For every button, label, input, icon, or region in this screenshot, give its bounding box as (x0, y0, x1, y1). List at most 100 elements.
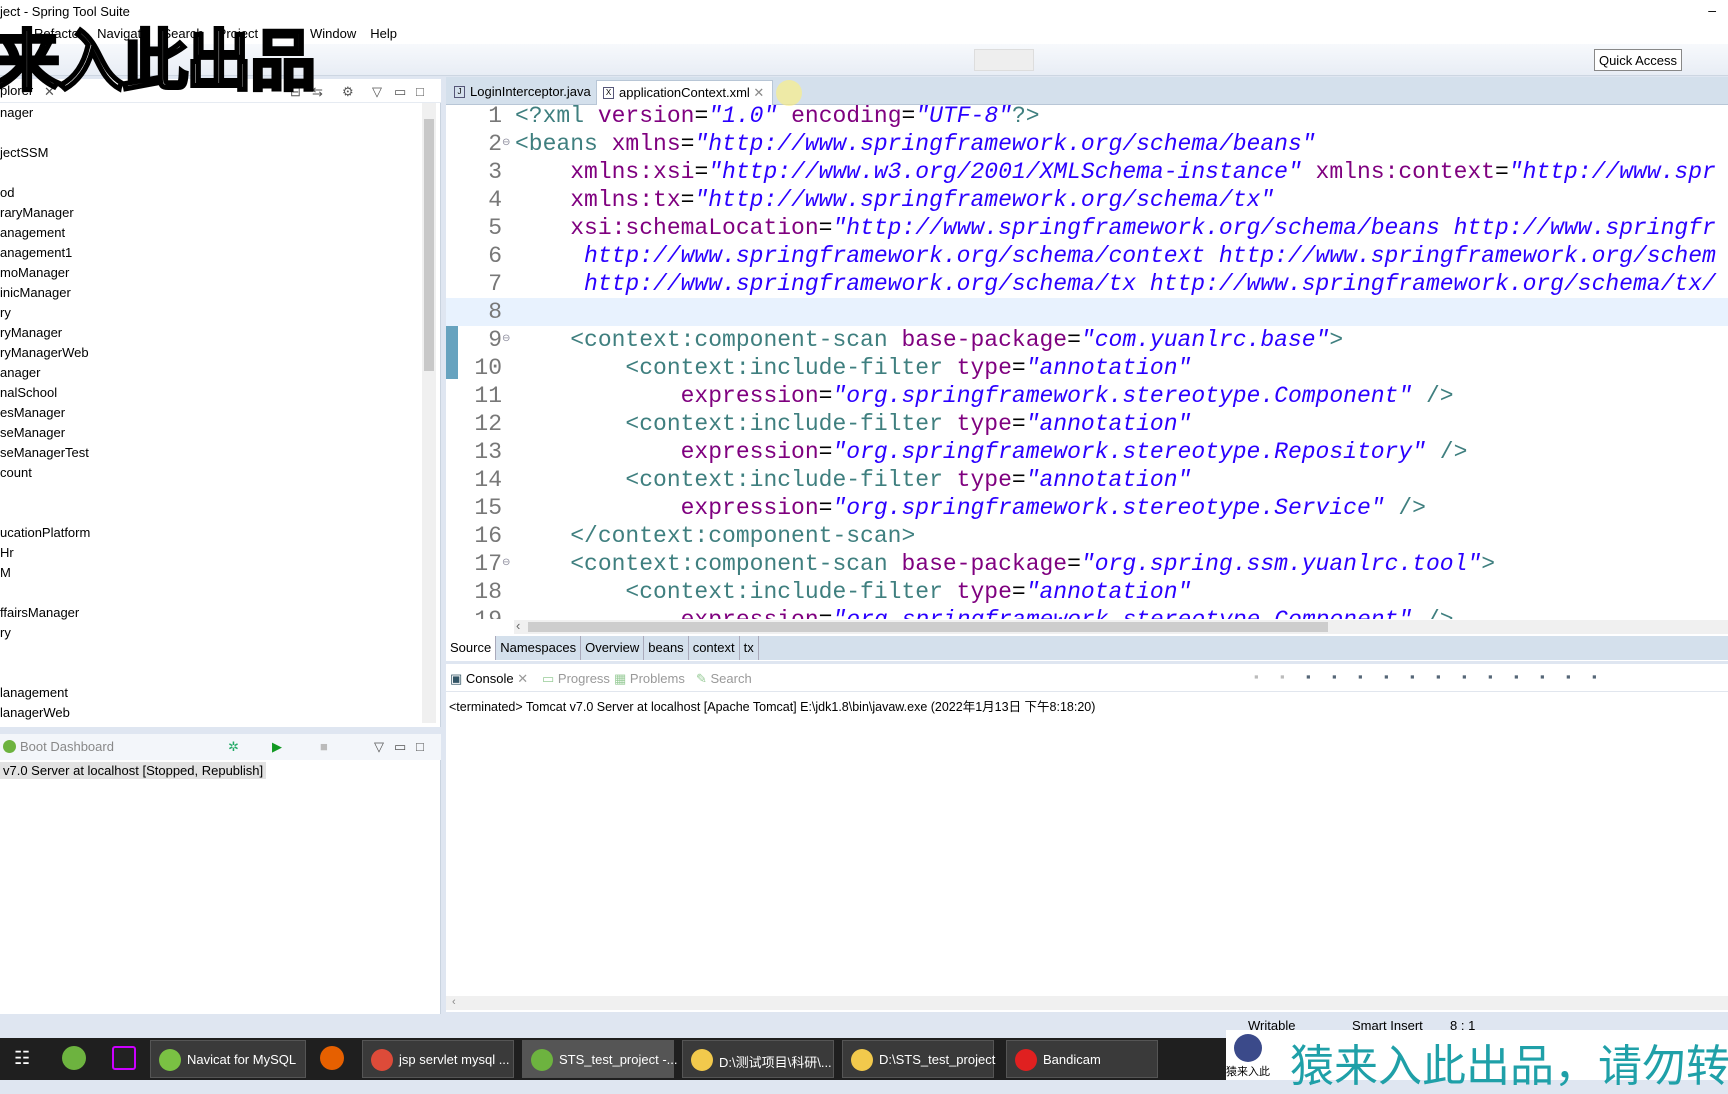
tree-item[interactable]: anagement (0, 223, 420, 243)
properties-icon[interactable]: ▪ (1592, 669, 1597, 684)
minimize-button[interactable]: – (1708, 2, 1716, 18)
scrollbar-thumb[interactable] (528, 622, 1328, 632)
source-tab-tx[interactable]: tx (740, 636, 759, 660)
tree-item[interactable]: anager (0, 363, 420, 383)
taskbar-item[interactable]: D:\测试项目\科研\... (682, 1040, 834, 1078)
minimize-icon[interactable]: ▭ (394, 739, 406, 755)
fold-toggle-icon[interactable]: ⊖ (502, 130, 510, 158)
tree-item[interactable] (0, 643, 420, 663)
scrollbar-thumb[interactable] (424, 119, 434, 371)
tree-item[interactable]: lanagement (0, 683, 420, 703)
boot-dashboard-title[interactable]: Boot Dashboard (20, 739, 114, 754)
terminate-icon[interactable]: ▪ (1280, 669, 1285, 684)
server-row[interactable]: v7.0 Server at localhost [Stopped, Repub… (0, 762, 267, 779)
scroll-lock-icon[interactable]: ▪ (1384, 669, 1389, 684)
tree-item[interactable]: nager (0, 103, 420, 123)
view-menu-icon[interactable]: ▽ (372, 84, 382, 100)
tree-item[interactable]: jectSSM (0, 143, 420, 163)
code-text: <?xml version="1.0" encoding="UTF-8"?> (515, 105, 1040, 130)
minimize-icon[interactable]: ▭ (394, 84, 406, 100)
remove-all-icon[interactable]: ▪ (1332, 669, 1337, 684)
sts-icon[interactable] (62, 1046, 86, 1070)
explorer-scrollbar[interactable] (422, 103, 436, 723)
source-tab-beans[interactable]: beans (644, 636, 689, 660)
open-icon[interactable]: ▪ (1566, 669, 1571, 684)
taskbar-item[interactable]: jsp servlet mysql ... (362, 1040, 514, 1078)
tree-item[interactable]: seManager (0, 423, 420, 443)
show-stdout-icon[interactable]: ▪ (1436, 669, 1441, 684)
pin-icon[interactable]: ▪ (1488, 669, 1493, 684)
console-scrollbar[interactable]: ‹ (446, 996, 1728, 1010)
close-tab-icon[interactable]: ✕ (750, 85, 764, 100)
tree-item[interactable]: ry (0, 623, 420, 643)
sync-icon[interactable]: ▪ (1254, 669, 1259, 684)
tree-item[interactable]: lanagerWeb (0, 703, 420, 723)
fold-toggle-icon[interactable]: ⊖ (502, 326, 510, 354)
tab-applicationcontext-xml[interactable]: XapplicationContext.xml ✕ (596, 80, 774, 105)
tree-item[interactable] (0, 663, 420, 683)
code-token: > (1329, 327, 1344, 353)
maximize-icon[interactable]: □ (416, 84, 424, 99)
tree-item[interactable] (0, 483, 420, 503)
tree-item[interactable]: nalSchool (0, 383, 420, 403)
clear-icon[interactable]: ▪ (1358, 669, 1363, 684)
line-number: 16 (474, 523, 502, 549)
fold-toggle-icon[interactable]: ⊖ (502, 550, 510, 578)
intellij-icon[interactable] (112, 1046, 136, 1070)
tree-item[interactable]: od (0, 183, 420, 203)
tree-item[interactable]: inicManager (0, 283, 420, 303)
tree-item[interactable] (0, 503, 420, 523)
horizontal-scrollbar[interactable]: ‹ (514, 618, 1728, 634)
source-tab-namespaces[interactable]: Namespaces (496, 636, 582, 660)
taskbar-item[interactable]: D:\STS_test_project (842, 1040, 995, 1078)
view-menu-icon[interactable]: ▽ (374, 739, 384, 755)
tree-item[interactable]: ffairsManager (0, 603, 420, 623)
console-tab-console[interactable]: ▣ Console ✕ (450, 671, 528, 687)
source-tab-context[interactable]: context (689, 636, 740, 660)
filter-icon[interactable]: ⚙ (342, 84, 354, 100)
show-stderr-icon[interactable]: ▪ (1462, 669, 1467, 684)
tab-logininterceptor-java[interactable]: J LoginInterceptor.java (448, 80, 599, 105)
close-icon[interactable]: ✕ (514, 671, 528, 686)
tree-item[interactable]: moManager (0, 263, 420, 283)
menu-help[interactable]: Help (370, 26, 397, 41)
tree-item[interactable]: raryManager (0, 203, 420, 223)
taskbar-item[interactable]: STS_test_project -... (522, 1040, 678, 1078)
tree-item[interactable]: ucationPlatform (0, 523, 420, 543)
new-console-icon[interactable]: ▪ (1540, 669, 1545, 684)
tree-item[interactable]: anagement1 (0, 243, 420, 263)
quick-access-field[interactable]: Quick Access (1593, 49, 1682, 71)
taskbar-item[interactable]: Bandicam (1006, 1040, 1158, 1078)
source-tab-overview[interactable]: Overview (581, 636, 645, 660)
tree-item[interactable]: ry (0, 303, 420, 323)
stop-icon[interactable]: ■ (320, 739, 328, 754)
console-tab-problems[interactable]: ▦ Problems (614, 671, 685, 687)
tree-item[interactable] (0, 583, 420, 603)
console-tab-progress[interactable]: ▭ Progress (542, 671, 610, 687)
maximize-icon[interactable]: □ (416, 739, 424, 754)
tree-item[interactable]: M (0, 563, 420, 583)
firefox-icon[interactable] (320, 1046, 344, 1070)
tree-item[interactable]: seManagerTest (0, 443, 420, 463)
tree-item[interactable]: count (0, 463, 420, 483)
toolbar-combo[interactable] (974, 49, 1034, 71)
word-wrap-icon[interactable]: ▪ (1410, 669, 1415, 684)
debug-icon[interactable]: ✲ (228, 739, 239, 755)
tree-item[interactable]: esManager (0, 403, 420, 423)
source-tab-source[interactable]: Source (446, 636, 497, 660)
menu-window[interactable]: Window (310, 26, 356, 41)
display-icon[interactable]: ▪ (1514, 669, 1519, 684)
run-icon[interactable]: ▶ (272, 739, 282, 755)
code-area[interactable]: 1 <?xml version="1.0" encoding="UTF-8"?> 2… (446, 105, 1728, 619)
tree-item[interactable]: ryManagerWeb (0, 343, 420, 363)
tree-item[interactable]: Hr (0, 543, 420, 563)
tree-item[interactable]: ryManager (0, 323, 420, 343)
scroll-left-icon[interactable]: ‹ (516, 618, 520, 633)
task-view-icon[interactable]: ☷ (14, 1048, 30, 1069)
taskbar-item[interactable]: Navicat for MySQL (150, 1040, 306, 1078)
tree-item[interactable] (0, 163, 420, 183)
console-tab-search[interactable]: ✎ Search (696, 671, 752, 687)
remove-icon[interactable]: ▪ (1306, 669, 1311, 684)
code-token: "http://www.springframework.org/schema/t… (694, 187, 1275, 213)
tree-item[interactable] (0, 123, 420, 143)
